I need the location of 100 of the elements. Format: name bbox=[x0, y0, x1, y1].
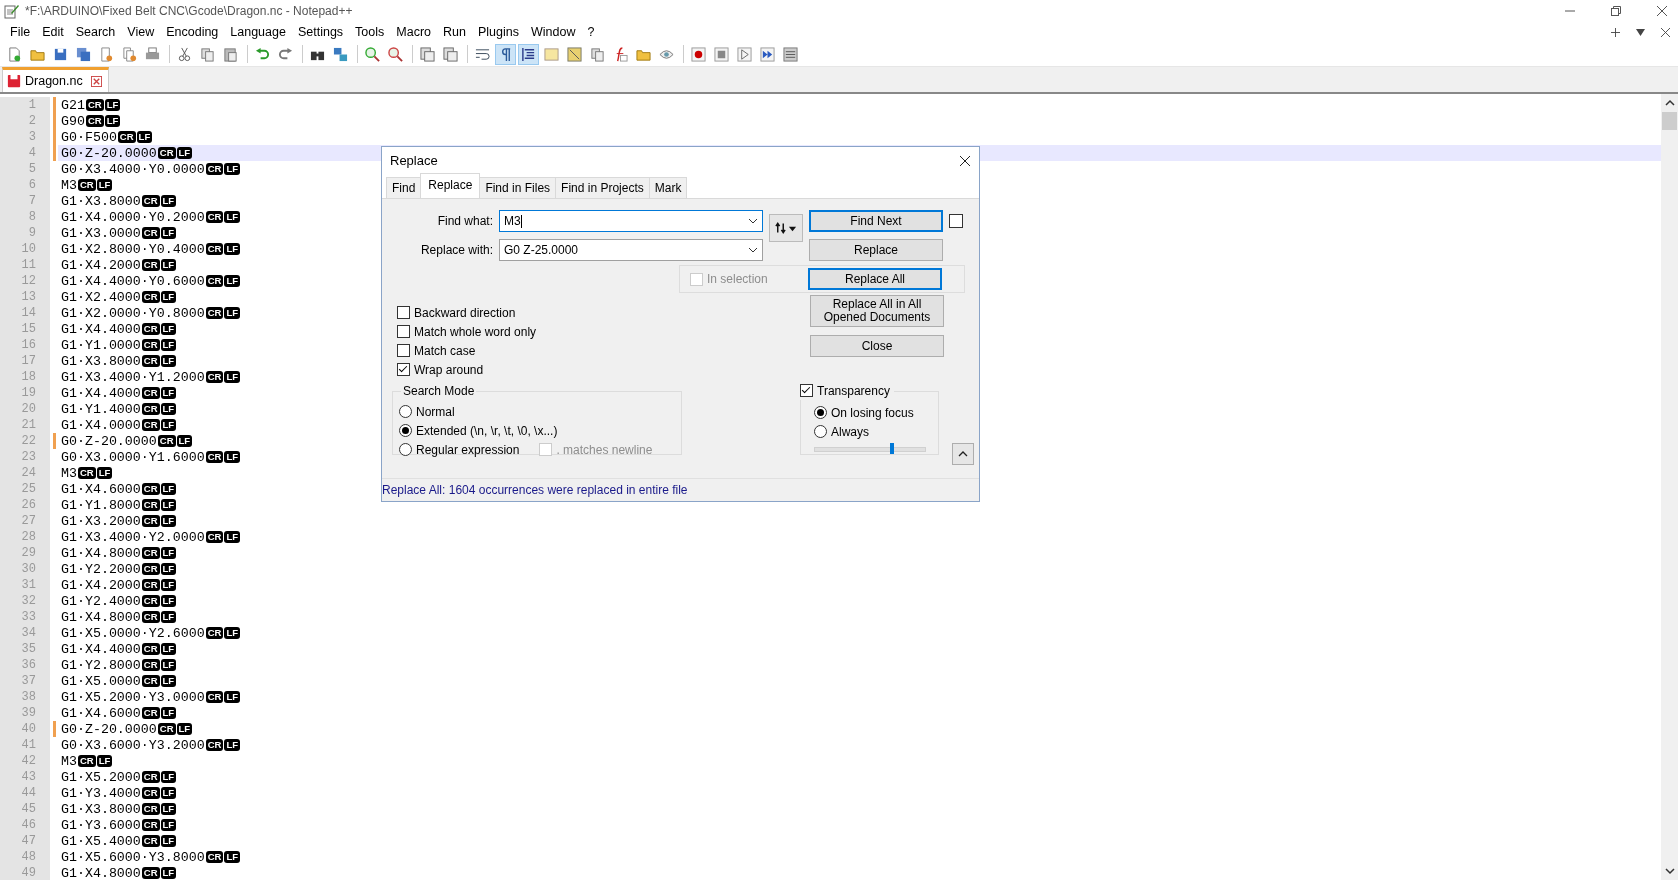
plus-icon[interactable] bbox=[1611, 27, 1620, 37]
floppy-disks-icon bbox=[76, 46, 91, 62]
chevron-down-icon[interactable] bbox=[748, 245, 758, 255]
replace-all-button[interactable]: Replace All bbox=[808, 268, 942, 290]
close-icon[interactable] bbox=[1656, 5, 1668, 17]
collapse-button[interactable] bbox=[952, 443, 974, 465]
menu-item[interactable]: Settings bbox=[291, 25, 350, 39]
code-text: G0·X3.4000·Y0.0000 bbox=[61, 161, 205, 177]
line-number: 16 bbox=[20, 338, 36, 352]
line-ending-mark: LF bbox=[160, 355, 177, 367]
line-ending-mark: CR bbox=[157, 435, 176, 447]
checkbox[interactable] bbox=[397, 344, 410, 357]
line-ending-mark: LF bbox=[160, 579, 177, 591]
replace-with-field[interactable]: G0 Z-25.0000 bbox=[499, 239, 763, 261]
code-text: G1·Y3.6000 bbox=[61, 817, 141, 833]
scrollbar-thumb[interactable] bbox=[1662, 112, 1677, 130]
radio-label: On losing focus bbox=[831, 405, 914, 420]
replace-button[interactable]: Replace bbox=[809, 239, 943, 261]
line-ending-mark: LF bbox=[160, 867, 177, 879]
line-ending-mark: LF bbox=[160, 259, 177, 271]
line-ending-mark: LF bbox=[160, 499, 177, 511]
checkbox[interactable] bbox=[397, 325, 410, 338]
menu-item[interactable]: Language bbox=[224, 25, 292, 39]
radio-button[interactable] bbox=[399, 424, 412, 437]
line-number: 3 bbox=[27, 130, 36, 144]
find-next-button[interactable]: Find Next bbox=[809, 210, 943, 232]
line-ending-mark: CR bbox=[141, 355, 160, 367]
code-text: G1·X4.4000 bbox=[61, 641, 141, 657]
line-ending-mark: LF bbox=[224, 211, 240, 223]
menu-item[interactable]: View bbox=[121, 25, 161, 39]
toolbar-button[interactable] bbox=[518, 43, 539, 65]
document-tab[interactable]: Dragon.nc bbox=[2, 67, 109, 92]
radio-button[interactable] bbox=[399, 405, 412, 418]
close-icon[interactable] bbox=[1661, 27, 1670, 37]
line-ending-mark: CR bbox=[141, 819, 160, 831]
code-text: G1·Y3.4000 bbox=[61, 785, 141, 801]
dialog-tab[interactable]: Find in Files bbox=[479, 177, 557, 198]
paste-icon bbox=[223, 46, 238, 62]
line-ending-mark: CR bbox=[205, 451, 224, 463]
line-ending-mark: CR bbox=[117, 131, 136, 143]
dialog-tab[interactable]: Mark bbox=[648, 177, 688, 198]
radio-button[interactable] bbox=[814, 425, 827, 438]
restore-icon[interactable] bbox=[1610, 5, 1622, 17]
menu-item[interactable]: Window bbox=[524, 25, 582, 39]
caret-down-icon[interactable] bbox=[1636, 27, 1645, 37]
line-number: 22 bbox=[20, 434, 36, 448]
line-ending-mark: LF bbox=[96, 179, 113, 191]
record-icon bbox=[691, 46, 706, 62]
line-ending-mark: LF bbox=[224, 851, 240, 863]
line-ending-mark: LF bbox=[224, 243, 240, 255]
radio-button[interactable] bbox=[814, 406, 827, 419]
toolbar-button[interactable] bbox=[495, 43, 516, 65]
find-what-field[interactable]: M3 bbox=[499, 210, 763, 232]
replace-all-documents-button[interactable]: Replace All in All Opened Documents bbox=[810, 295, 944, 327]
menu-item[interactable]: Macro bbox=[390, 25, 438, 39]
line-number: 27 bbox=[20, 514, 36, 528]
menu-item[interactable]: Run bbox=[437, 25, 472, 39]
code-text: G1·X5.2000 bbox=[61, 769, 141, 785]
menu-item[interactable]: Encoding bbox=[160, 25, 225, 39]
swap-arrows-icon bbox=[775, 222, 786, 234]
menu-item[interactable]: Plugins bbox=[471, 25, 525, 39]
menu-item[interactable]: ? bbox=[581, 25, 601, 39]
line-number: 30 bbox=[20, 562, 36, 576]
chevron-up-icon[interactable] bbox=[1664, 98, 1675, 108]
chevron-down-icon[interactable] bbox=[748, 216, 758, 226]
line-ending-mark: CR bbox=[205, 627, 224, 639]
radio-button[interactable] bbox=[399, 443, 412, 456]
line-number: 39 bbox=[20, 706, 36, 720]
dialog-tab[interactable]: Find bbox=[386, 177, 422, 198]
line-number: 25 bbox=[20, 482, 36, 496]
checkbox[interactable] bbox=[800, 384, 813, 397]
close-button[interactable]: Close bbox=[810, 335, 944, 357]
line-number: 49 bbox=[20, 866, 36, 880]
close-icon[interactable] bbox=[959, 154, 971, 167]
slider-thumb[interactable] bbox=[890, 443, 894, 454]
line-ending-mark: CR bbox=[141, 659, 160, 671]
menu-item[interactable]: Search bbox=[69, 25, 122, 39]
code-text: G1·X2.4000 bbox=[61, 289, 141, 305]
line-ending-mark: LF bbox=[160, 419, 177, 431]
radio-label: Extended (\n, \r, \t, \0, \x...) bbox=[416, 423, 558, 438]
chevron-down-icon[interactable] bbox=[1664, 866, 1675, 876]
line-ending-mark: LF bbox=[160, 787, 177, 799]
menu-item[interactable]: Tools bbox=[349, 25, 391, 39]
swap-button[interactable] bbox=[769, 214, 803, 242]
scrollbar[interactable] bbox=[1661, 94, 1678, 880]
menu-item[interactable]: Edit bbox=[36, 25, 70, 39]
dialog-tab[interactable]: Find in Projects bbox=[555, 177, 650, 198]
code-text: G1·X2.8000·Y0.4000 bbox=[61, 241, 205, 257]
checkbox[interactable] bbox=[397, 363, 410, 376]
checkbox[interactable] bbox=[949, 214, 963, 228]
line-number: 42 bbox=[20, 754, 36, 768]
checkbox-label: In selection bbox=[707, 272, 768, 286]
line-ending-mark: LF bbox=[160, 195, 177, 207]
line-number: 24 bbox=[20, 466, 36, 480]
line-number: 40 bbox=[20, 722, 36, 736]
line-ending-mark: LF bbox=[160, 643, 177, 655]
code-text: G1·X5.2000·Y3.0000 bbox=[61, 689, 205, 705]
checkbox[interactable] bbox=[397, 306, 410, 319]
menu-item[interactable]: File bbox=[4, 25, 37, 39]
line-ending-mark: CR bbox=[85, 115, 104, 127]
